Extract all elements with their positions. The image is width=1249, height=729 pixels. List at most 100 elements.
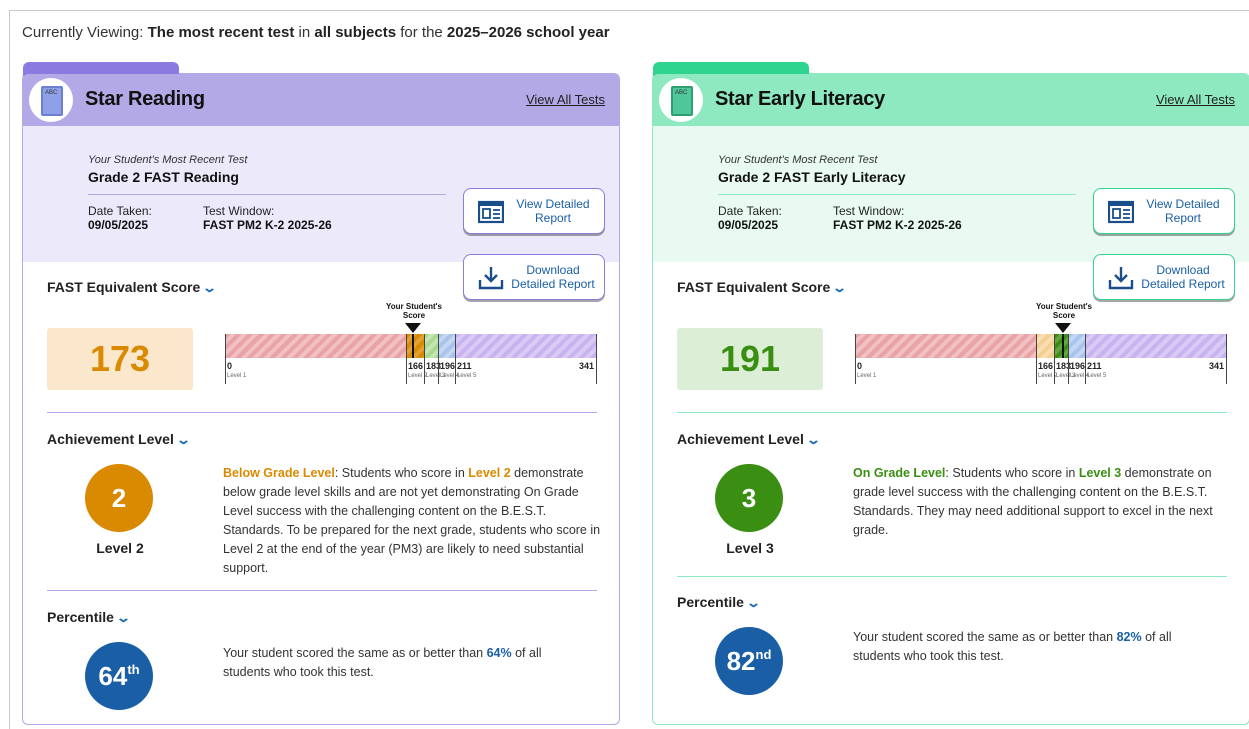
scale-tick-label: 196 bbox=[440, 361, 456, 371]
section-divider bbox=[47, 590, 597, 591]
logo-text: ABC bbox=[675, 90, 688, 96]
scale-tick bbox=[225, 334, 226, 384]
chevron-down-icon: ⌄ bbox=[745, 595, 762, 610]
student-score-marker-label: Your Student's Score bbox=[386, 302, 442, 320]
download-detailed-report-label: Download Detailed Report bbox=[1141, 263, 1225, 291]
chevron-down-icon: ⌄ bbox=[175, 432, 191, 447]
scale-tick bbox=[438, 334, 439, 384]
scale-segment-level-2 bbox=[406, 334, 424, 358]
recent-test-label: Your Student's Most Recent Test bbox=[718, 154, 878, 166]
percentile-toggle[interactable]: Percentile ⌄ bbox=[677, 594, 762, 611]
percentile-description: Your student scored the same as or bette… bbox=[223, 644, 583, 682]
scale-segment-level-5 bbox=[1085, 334, 1226, 358]
test-name: Grade 2 FAST Reading bbox=[88, 169, 239, 185]
test-window-value: FAST PM2 K-2 2025-26 bbox=[833, 218, 962, 232]
viewing-in: in bbox=[294, 24, 315, 41]
date-taken-value: 09/05/2025 bbox=[718, 218, 779, 232]
section-divider bbox=[677, 412, 1227, 413]
view-detailed-report-label: View Detailed Report bbox=[516, 197, 590, 225]
score-box: 173 bbox=[47, 328, 193, 390]
level-description: On Grade Level: Students who score in Le… bbox=[853, 464, 1223, 540]
chevron-down-icon: ⌄ bbox=[202, 280, 218, 295]
viewing-year: 2025–2026 school year bbox=[446, 24, 610, 41]
scale-tick bbox=[1054, 334, 1055, 384]
download-detailed-report-label: Download Detailed Report bbox=[511, 263, 595, 291]
section-divider bbox=[677, 576, 1227, 577]
scale-tick-label: 211 bbox=[1087, 361, 1102, 371]
percentile-suffix: th bbox=[127, 662, 140, 677]
recent-test-label: Your Student's Most Recent Test bbox=[88, 154, 248, 166]
star-reading-card: ABC Star Reading View All Tests Your Stu… bbox=[22, 62, 620, 725]
percentile-value: 82 bbox=[726, 646, 756, 676]
scale-tick-label: 166 bbox=[1038, 361, 1054, 371]
achievement-level-toggle[interactable]: Achievement Level ⌄ bbox=[677, 431, 821, 448]
scale-tick bbox=[1085, 334, 1086, 384]
level-circle: 2 bbox=[85, 464, 153, 532]
achievement-level-toggle[interactable]: Achievement Level ⌄ bbox=[47, 431, 191, 448]
scale-tick bbox=[455, 334, 456, 384]
scale-segment-level-1 bbox=[225, 334, 406, 358]
download-icon bbox=[478, 267, 504, 290]
star-reading-logo-icon: ABC bbox=[29, 78, 73, 122]
star-early-literacy-logo-icon: ABC bbox=[659, 78, 703, 122]
scale-tick bbox=[1226, 334, 1227, 384]
view-detailed-report-button[interactable]: View Detailed Report bbox=[463, 188, 605, 234]
student-score-marker-icon bbox=[405, 323, 421, 333]
chevron-down-icon: ⌄ bbox=[832, 280, 848, 295]
student-score-marker-line bbox=[412, 334, 414, 358]
card-title: Star Reading bbox=[85, 88, 205, 110]
scale-level-label: Level 5 bbox=[457, 373, 477, 379]
scale-segment-level-3 bbox=[1054, 334, 1068, 358]
viewing-test: The most recent test bbox=[147, 24, 295, 41]
fast-score-title: FAST Equivalent Score bbox=[47, 279, 201, 295]
percentile-value: 64 bbox=[98, 661, 128, 691]
pct-value: 82% bbox=[1116, 630, 1142, 644]
download-detailed-report-button[interactable]: Download Detailed Report bbox=[463, 254, 605, 300]
scale-tick-label: 166 bbox=[408, 361, 424, 371]
scale-tick bbox=[1068, 334, 1069, 384]
level-status: Below Grade Level bbox=[223, 466, 335, 480]
achievement-title: Achievement Level bbox=[677, 431, 804, 447]
desc-text-b: demonstrate below grade level skills and… bbox=[223, 466, 601, 575]
scale-tick-label: 341 bbox=[1208, 361, 1224, 371]
viewing-prefix: Currently Viewing: bbox=[22, 24, 148, 41]
scale-segment-level-4 bbox=[1068, 334, 1085, 358]
score-scale-bar: 0 Level 1 166 Level 2 183 Level 3 196 Level 4 21… bbox=[225, 302, 597, 384]
scale-level-label: Level 1 bbox=[857, 373, 877, 379]
desc-text-a: : Students who score in bbox=[945, 466, 1079, 480]
date-taken-label: Date Taken: bbox=[718, 204, 782, 218]
view-detailed-report-button[interactable]: View Detailed Report bbox=[1093, 188, 1235, 234]
view-all-tests-link[interactable]: View All Tests bbox=[526, 92, 605, 107]
logo-text: ABC bbox=[45, 90, 58, 96]
percentile-circle: 64th bbox=[85, 642, 153, 710]
view-detailed-report-label: View Detailed Report bbox=[1146, 197, 1220, 225]
card-title: Star Early Literacy bbox=[715, 88, 885, 110]
fast-score-toggle[interactable]: FAST Equivalent Score ⌄ bbox=[677, 279, 848, 296]
achievement-title: Achievement Level bbox=[47, 431, 174, 447]
test-window-label: Test Window: bbox=[203, 204, 275, 218]
pct-text-a: Your student scored the same as or bette… bbox=[223, 646, 487, 660]
percentile-description: Your student scored the same as or bette… bbox=[853, 628, 1213, 666]
date-taken-value: 09/05/2025 bbox=[88, 218, 149, 232]
scale-level-label: Level 1 bbox=[227, 373, 247, 379]
info-divider bbox=[88, 194, 446, 195]
percentile-toggle[interactable]: Percentile ⌄ bbox=[47, 609, 131, 626]
scale-tick bbox=[406, 334, 407, 384]
download-detailed-report-button[interactable]: Download Detailed Report bbox=[1093, 254, 1235, 300]
scale-segment-level-3 bbox=[424, 334, 438, 358]
scale-tick-label: 196 bbox=[1070, 361, 1086, 371]
download-icon bbox=[1108, 267, 1134, 290]
viewing-for: for the bbox=[396, 24, 447, 41]
scale-segment-level-4 bbox=[438, 334, 455, 358]
scale-tick-label: 0 bbox=[857, 361, 863, 371]
fast-score-toggle[interactable]: FAST Equivalent Score ⌄ bbox=[47, 279, 218, 296]
student-score-marker-line bbox=[1062, 334, 1064, 358]
desc-level: Level 3 bbox=[1078, 466, 1122, 480]
info-divider bbox=[718, 194, 1076, 195]
report-icon bbox=[478, 200, 504, 224]
view-all-tests-link[interactable]: View All Tests bbox=[1156, 92, 1235, 107]
student-score-marker-icon bbox=[1055, 323, 1071, 333]
scale-tick-label: 211 bbox=[457, 361, 472, 371]
section-divider bbox=[47, 412, 597, 413]
percentile-suffix: nd bbox=[755, 647, 772, 662]
